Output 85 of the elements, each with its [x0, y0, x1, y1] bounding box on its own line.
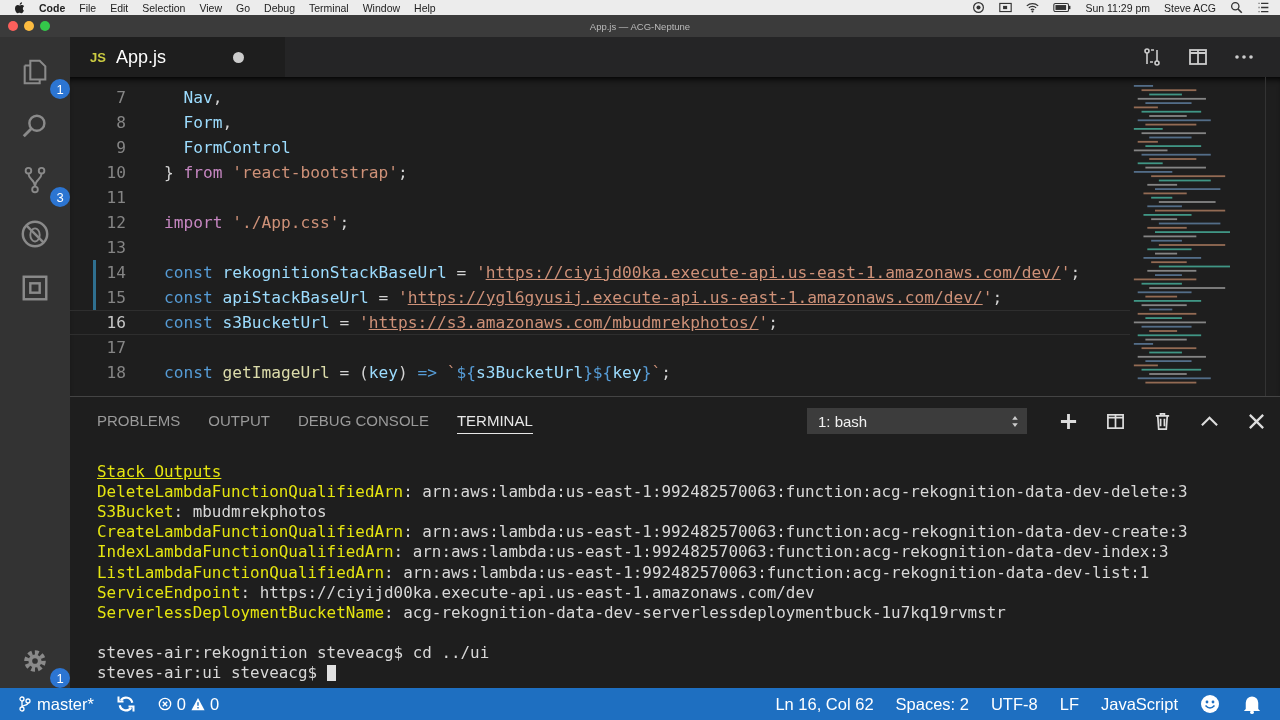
sync-icon[interactable]: [115, 694, 136, 714]
plus-icon[interactable]: [1059, 411, 1078, 431]
line-number: 14: [105, 263, 126, 282]
no-bug-icon[interactable]: [20, 219, 50, 249]
menu-item[interactable]: Edit: [110, 1, 129, 14]
indentation-setting[interactable]: Spaces: 2: [895, 694, 969, 714]
menu-item[interactable]: Go: [236, 1, 251, 14]
problems-indicator[interactable]: 0 0: [157, 694, 220, 714]
menu-item[interactable]: View: [199, 1, 223, 14]
code-line: Nav,: [182, 88, 223, 107]
line-number: 15: [105, 288, 126, 307]
menu-user[interactable]: Steve ACG: [1164, 1, 1216, 14]
code-line: FormControl: [182, 138, 291, 157]
terminal-line: CreateLambdaFunctionQualifiedArn: arn:aws:lambda:us-east-1:992482570063:function:acg-rekognition-data-dev-create:3: [97, 522, 1188, 542]
menu-item[interactable]: Code: [39, 1, 66, 14]
minimize-window-button[interactable]: [24, 21, 34, 31]
notification-badge: 1: [50, 668, 70, 688]
warning-icon: [191, 696, 206, 712]
menu-item[interactable]: Selection: [142, 1, 186, 14]
close-icon[interactable]: [1247, 411, 1266, 431]
trash-icon[interactable]: [1153, 411, 1172, 431]
terminal-line: steves-air:ui steveacg$: [97, 663, 319, 683]
code-line: const rekognitionStackBaseUrl = 'https://ciyijd00ka.execute-api.us-east-1.amazonaws.com/dev/';: [164, 263, 1081, 282]
menu-clock[interactable]: Sun 11:29 pm: [1085, 1, 1151, 14]
terminal-line: Stack Outputs: [97, 461, 222, 481]
line-number: 10: [105, 163, 126, 182]
status-icon[interactable]: [972, 1, 986, 14]
menu-item[interactable]: File: [79, 1, 97, 14]
encoding-setting[interactable]: UTF-8: [990, 694, 1038, 714]
menu-item[interactable]: Terminal: [309, 1, 349, 14]
line-number: 16: [105, 313, 126, 332]
code-line: const apiStackBaseUrl = 'https://ygl6gyusij.execute-api.us-east-1.amazonaws.com/dev/';: [164, 288, 1003, 307]
code-line: } from 'react-bootstrap';: [164, 163, 408, 182]
code-line: Form,: [182, 113, 233, 132]
line-number: 9: [115, 138, 126, 157]
compare-changes-icon[interactable]: [1142, 47, 1162, 67]
split-editor-icon[interactable]: [1188, 47, 1208, 67]
panel-tab[interactable]: OUTPUT: [208, 408, 271, 434]
notification-badge: 1: [50, 79, 70, 99]
terminal-line: ListLambdaFunctionQualifiedArn: arn:aws:lambda:us-east-1:992482570063:function:acg-rekognition-data-dev-list:1: [97, 562, 1150, 582]
code-line: import './App.css';: [164, 213, 350, 232]
cursor-position[interactable]: Ln 16, Col 62: [775, 694, 874, 714]
line-number: 18: [105, 363, 126, 382]
smiley-icon[interactable]: [1200, 694, 1220, 714]
notification-badge: 3: [50, 187, 70, 207]
extensions-icon[interactable]: [20, 273, 50, 303]
branch-indicator[interactable]: master*: [18, 694, 94, 714]
language-mode[interactable]: JavaScript: [1100, 694, 1178, 714]
window-title: App.js — ACG-Neptune: [589, 20, 691, 32]
line-ending-setting[interactable]: LF: [1059, 694, 1079, 714]
branch-icon: [18, 696, 32, 712]
bell-icon[interactable]: [1242, 694, 1262, 714]
zoom-window-button[interactable]: [40, 21, 50, 31]
line-number: 13: [105, 238, 126, 257]
terminal-line: S3Bucket: mbudmrekphotos: [97, 501, 327, 521]
terminal-line: ServerlessDeploymentBucketName: acg-rekognition-data-dev-serverlessdeploymentbuck-1u7kq19rvmstr: [97, 602, 1006, 622]
code-line: const s3BucketUrl = 'https://s3.amazonaws.com/mbudmrekphotos/';: [164, 313, 778, 332]
screen-icon[interactable]: [999, 1, 1013, 14]
apple-logo-icon[interactable]: [14, 1, 25, 14]
close-window-button[interactable]: [8, 21, 18, 31]
terminal-cursor: [326, 664, 336, 681]
menu-item[interactable]: Debug: [264, 1, 295, 14]
terminal-line: DeleteLambdaFunctionQualifiedArn: arn:aws:lambda:us-east-1:992482570063:function:acg-rekognition-data-dev-delete:3: [97, 481, 1188, 501]
menu-item[interactable]: Help: [414, 1, 436, 14]
split-terminal-icon[interactable]: [1106, 411, 1125, 431]
terminal-line: IndexLambdaFunctionQualifiedArn: arn:aws:lambda:us-east-1:992482570063:function:acg-rekognition-data-dev-index:3: [97, 542, 1169, 562]
terminal-line: ServiceEndpoint: https://ciyijd00ka.execute-api.us-east-1.amazonaws.com/dev: [97, 582, 815, 602]
menu-item[interactable]: Window: [362, 1, 401, 14]
panel-tab[interactable]: DEBUG CONSOLE: [298, 408, 429, 434]
code-line: const getImageUrl = (key) => `${s3BucketUrl}${key}`;: [164, 363, 671, 382]
terminal-line: steves-air:rekognition steveacg$ cd ../ui: [97, 643, 490, 663]
line-number: 11: [105, 188, 126, 207]
panel-tab[interactable]: PROBLEMS: [97, 408, 181, 434]
battery-icon[interactable]: [1053, 1, 1072, 14]
error-icon: [157, 696, 172, 712]
updown-icon: [1011, 414, 1019, 428]
wifi-icon[interactable]: [1026, 1, 1040, 14]
terminal-select[interactable]: 1: bash: [807, 408, 1027, 434]
line-number: 17: [105, 338, 126, 357]
line-number: 7: [115, 88, 126, 107]
editor-tab[interactable]: JS App.js: [70, 37, 285, 77]
line-number: 8: [115, 113, 126, 132]
search-icon[interactable]: [1230, 1, 1243, 14]
line-number: 12: [105, 213, 126, 232]
panel-tab[interactable]: TERMINAL: [456, 408, 533, 434]
